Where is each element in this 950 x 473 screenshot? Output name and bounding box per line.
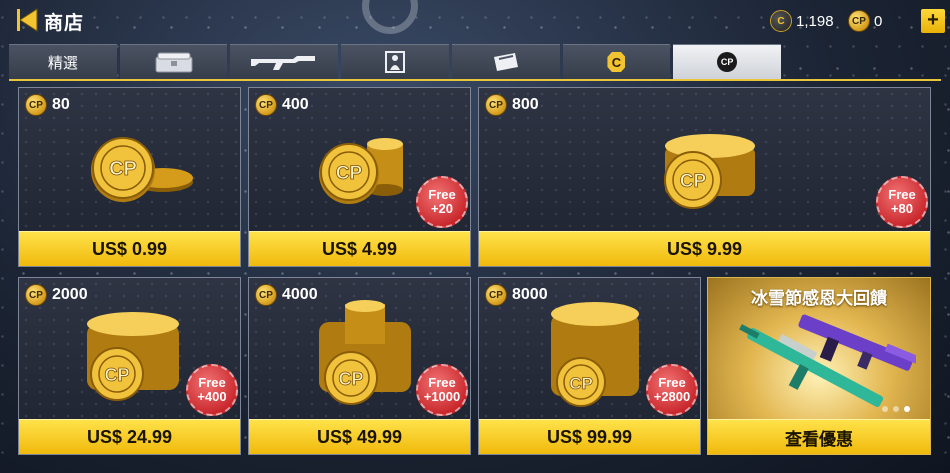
c-currency-icon: C — [607, 52, 626, 72]
pack-amount: CP 8000 — [485, 284, 548, 306]
character-icon — [385, 51, 406, 73]
crate-icon — [155, 52, 193, 73]
cp-coin-icon: CP — [485, 284, 507, 306]
cp-pack-card-400[interactable]: CP 400 CP Free +20 US$ 4.99 — [248, 87, 471, 267]
tab-battle-pass[interactable] — [451, 44, 560, 79]
tab-cp-currency[interactable]: CP — [673, 44, 782, 79]
bonus-badge: Free +2800 — [646, 364, 698, 416]
c-coin-icon: C — [770, 10, 792, 32]
view-offer-button[interactable]: 查看優惠 — [708, 419, 930, 454]
shop-tabs: 精選 C CP — [9, 44, 782, 79]
tab-characters[interactable] — [341, 44, 449, 79]
bonus-badge: Free +400 — [186, 364, 238, 416]
cp-pack-card-2000[interactable]: CP 2000 CP Free +400 US$ 24.99 — [18, 277, 241, 455]
cp-pack-card-4000[interactable]: CP 4000 CP Free +1000 US$ 49.99 — [248, 277, 471, 455]
tab-featured-label: 精選 — [47, 54, 78, 72]
pack-amount: CP 800 — [485, 94, 539, 116]
weapon-skins-image — [739, 314, 916, 407]
buy-price-button[interactable]: US$ 0.99 — [19, 231, 240, 266]
pack-amount: CP 4000 — [255, 284, 318, 306]
cp-coin-icon: CP — [25, 284, 47, 306]
svg-text:CP: CP — [680, 171, 707, 192]
cp-pack-card-8000[interactable]: CP 8000 CP Free +2800 US$ 99.99 — [478, 277, 701, 455]
pack-amount-value: 8000 — [512, 286, 548, 303]
pack-amount: CP 80 — [25, 94, 70, 116]
pack-amount: CP 400 — [255, 94, 309, 116]
svg-text:CP: CP — [104, 365, 129, 385]
cp-currency-icon: CP — [717, 52, 738, 72]
cp-coin-icon: CP — [255, 94, 277, 116]
cp-coin-icon: CP — [485, 94, 507, 116]
ticket-icon — [493, 53, 518, 71]
svg-text:CP: CP — [338, 369, 363, 389]
svg-text:CP: CP — [569, 374, 593, 393]
pack-amount-value: 400 — [282, 96, 309, 113]
tab-underline — [9, 79, 941, 81]
cp-pack-card-800[interactable]: CP 800 CP Free +80 US$ 9.99 — [478, 87, 931, 267]
pack-amount-value: 2000 — [52, 286, 88, 303]
cp-coin-icon: CP — [255, 284, 277, 306]
cp-balance-value: 0 — [874, 12, 883, 30]
menu-ring-icon[interactable] — [362, 0, 418, 34]
tab-featured[interactable]: 精選 — [9, 44, 117, 79]
buy-price-button[interactable]: US$ 4.99 — [249, 231, 470, 266]
buy-price-button[interactable]: US$ 99.99 — [479, 419, 700, 454]
pack-amount-value: 80 — [52, 96, 70, 113]
bonus-badge: Free +20 — [416, 176, 468, 228]
bonus-badge: Free +1000 — [416, 364, 468, 416]
back-button[interactable] — [16, 6, 40, 34]
tab-weapons[interactable] — [230, 44, 339, 79]
pack-amount-value: 800 — [512, 96, 539, 113]
buy-price-button[interactable]: US$ 24.99 — [19, 419, 240, 454]
svg-text:CP: CP — [336, 163, 363, 184]
cp-coins-image: CP — [664, 134, 755, 209]
carousel-dot-active[interactable] — [904, 406, 910, 412]
cp-coin-icon: CP — [25, 94, 47, 116]
buy-price-button[interactable]: US$ 49.99 — [249, 419, 470, 454]
c-balance-value: 1,198 — [796, 12, 834, 30]
tab-c-currency[interactable]: C — [562, 44, 671, 79]
back-arrow-icon — [17, 8, 38, 32]
carousel-dot[interactable] — [893, 406, 899, 412]
carousel-dots — [882, 406, 910, 412]
add-currency-button[interactable]: + — [921, 9, 945, 33]
cp-currency-balance: CP 0 — [848, 10, 882, 32]
cp-pack-card-80[interactable]: CP 80 CP US$ 0.99 — [18, 87, 241, 267]
carousel-dot[interactable] — [882, 406, 888, 412]
cp-coins-image: CP — [87, 312, 179, 401]
tab-crates[interactable] — [119, 44, 228, 79]
top-bar: 商店 C 1,198 CP 0 + — [0, 0, 950, 40]
bonus-badge: Free +80 — [876, 176, 928, 228]
pack-amount: CP 2000 — [25, 284, 88, 306]
rifle-icon — [251, 56, 316, 70]
promo-banner[interactable]: 冰雪節感恩大回饋 查看優惠 — [707, 277, 931, 455]
c-currency-balance: C 1,198 — [770, 10, 834, 32]
svg-text:CP: CP — [109, 158, 137, 180]
cp-coins-image: CP — [91, 137, 193, 202]
buy-price-button[interactable]: US$ 9.99 — [479, 231, 930, 266]
cp-coin-icon: CP — [848, 10, 870, 32]
cp-coins-image: CP — [551, 302, 639, 407]
cp-coins-image: CP — [319, 138, 403, 204]
page-title: 商店 — [44, 13, 85, 34]
cp-coins-image: CP — [319, 300, 411, 405]
promo-title: 冰雪節感恩大回饋 — [751, 289, 887, 308]
